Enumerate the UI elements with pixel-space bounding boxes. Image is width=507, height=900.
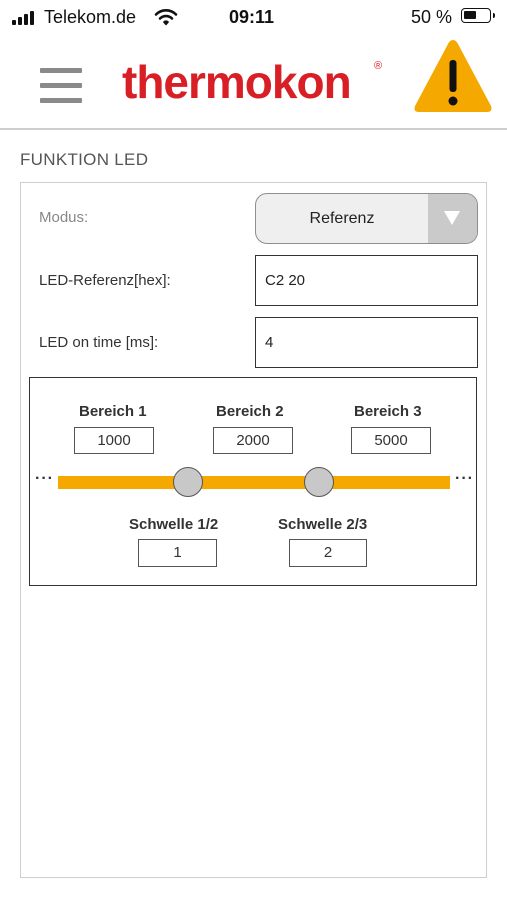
header-divider	[0, 128, 507, 130]
led-on-time-label: LED on time [ms]:	[39, 334, 159, 351]
slider-right-ellipsis: ···	[455, 470, 474, 487]
status-time: 09:11	[229, 7, 275, 27]
carrier-name: Telekom.de	[44, 7, 137, 27]
status-bar: Telekom.de 09:11 50 %	[0, 0, 507, 34]
led-reference-label: LED-Referenz[hex]:	[39, 272, 171, 289]
modus-select[interactable]: Referenz	[255, 193, 478, 244]
dropdown-arrow-icon[interactable]	[428, 194, 477, 243]
battery-percentage: 50 %	[411, 7, 453, 27]
bereich-3-value[interactable]: 5000	[351, 427, 431, 454]
warning-icon[interactable]	[412, 36, 494, 116]
slider-track[interactable]	[58, 476, 450, 489]
slider-handle-1-2[interactable]	[173, 467, 203, 497]
schwelle-2-3-value[interactable]: 2	[289, 539, 367, 567]
slider-left-ellipsis: ···	[35, 470, 54, 487]
signal-strength-icon	[12, 11, 36, 25]
modus-selected-value: Referenz	[309, 210, 375, 227]
schwelle-1-2-value[interactable]: 1	[138, 539, 217, 567]
hamburger-menu-icon[interactable]	[40, 68, 82, 104]
schwelle-1-2-label: Schwelle 1/2	[129, 516, 219, 533]
section-title: FUNKTION LED	[20, 150, 149, 169]
slider-handle-2-3[interactable]	[304, 467, 334, 497]
modus-label: Modus:	[39, 209, 89, 226]
thermokon-logo: thermokon ®	[122, 56, 386, 108]
bereich-1-value[interactable]: 1000	[74, 427, 154, 454]
logo-text: thermokon	[122, 56, 352, 108]
bereich-1-label: Bereich 1	[79, 403, 147, 420]
wifi-icon	[154, 9, 178, 26]
bereich-3-label: Bereich 3	[354, 403, 422, 420]
registered-mark: ®	[374, 60, 383, 72]
bereich-2-label: Bereich 2	[216, 403, 284, 420]
led-on-time-input[interactable]	[255, 317, 478, 368]
schwelle-2-3-label: Schwelle 2/3	[278, 516, 368, 533]
bereich-2-value[interactable]: 2000	[213, 427, 293, 454]
battery-icon	[461, 8, 495, 23]
led-reference-input[interactable]	[255, 255, 478, 306]
